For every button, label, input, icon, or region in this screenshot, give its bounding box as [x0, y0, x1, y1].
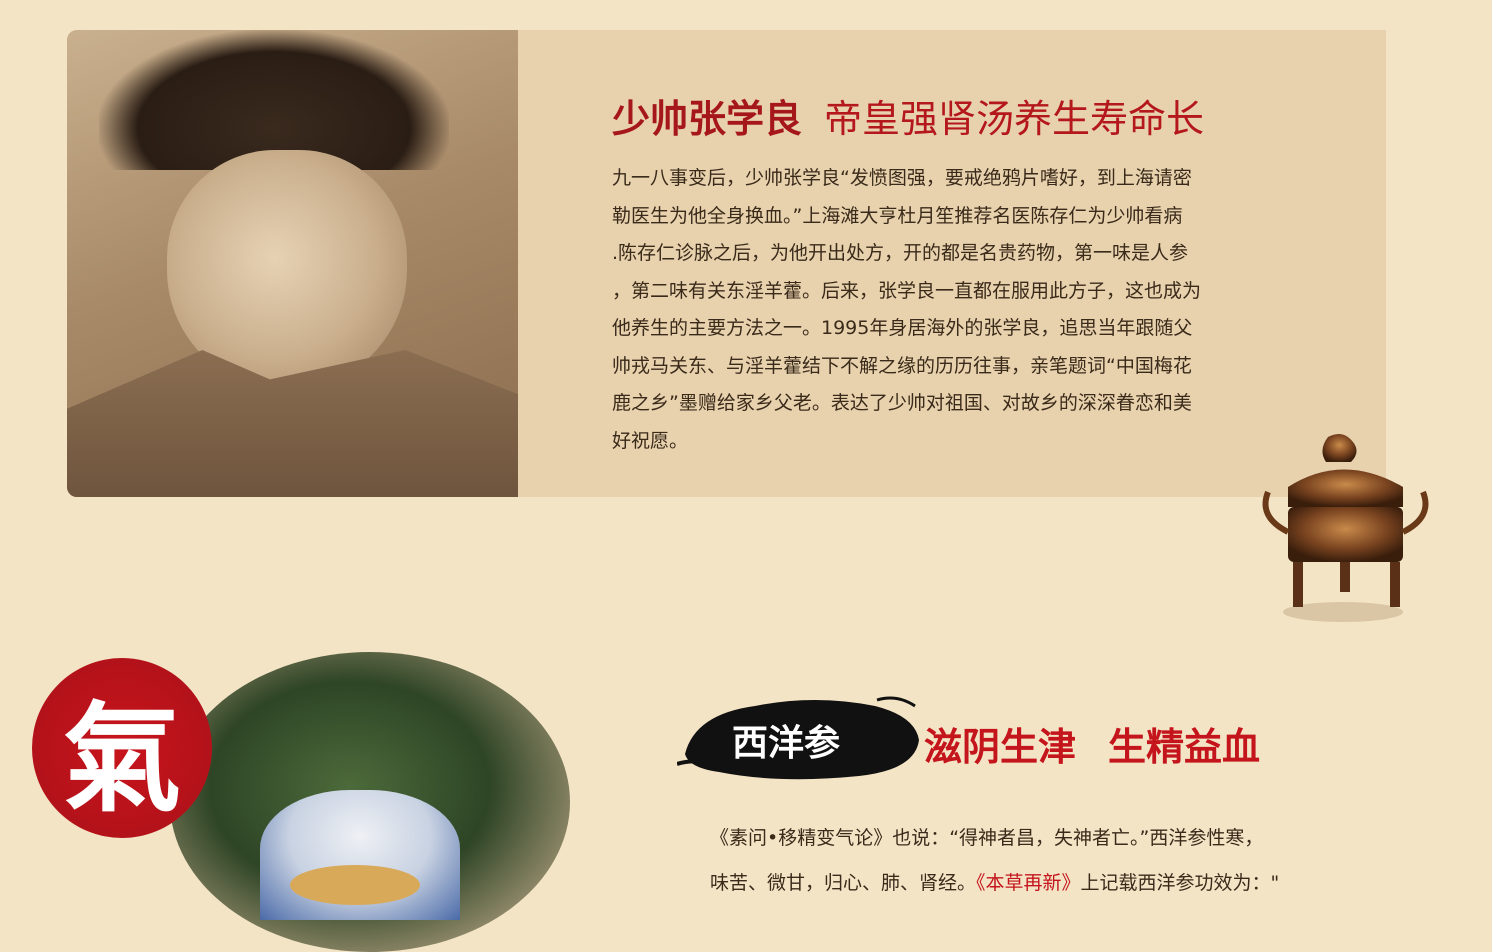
paragraph-line: 帅戎马关东、与淫羊藿结下不解之缘的历历往事，亲笔题词“中国梅花 [612, 354, 1192, 377]
paragraph-line: ，第二味有关东淫羊藿。后来，张学良一直都在服用此方子，这也成为 [612, 279, 1202, 302]
portrait-photo [67, 30, 518, 497]
portrait-cap [99, 30, 449, 170]
section1-title: 少帅张学良 帝皇强肾汤养生寿命长 [612, 88, 1204, 143]
qi-seal: 氣 [32, 658, 212, 838]
section2-paragraph: 《素问•移精变气论》也说：“得神者昌，失神者亡。”西洋参性寒， 味苦、微甘，归心… [710, 816, 1279, 906]
book-title: 《本草再新》 [976, 872, 1081, 894]
paragraph-line: 鹿之乡”墨赠给家乡父老。表达了少帅对祖国、对故乡的深深眷恋和美 [612, 392, 1192, 414]
section2-title-part2: 生精益血 [1108, 725, 1261, 769]
section1-paragraph: 九一八事变后，少帅张学良“发愤图强，要戒绝鸦片嗜好，到上海请密 勒医生为他全身换… [612, 160, 1302, 460]
section2-title: 滋阴生津 生精益血 [924, 716, 1292, 771]
paragraph-line: 勒医生为他全身换血。”上海滩大亨杜月笙推荐名医陈存仁为少帅看病 [612, 204, 1183, 227]
line2-pre: 味苦、微甘，归心、肺、肾经。 [710, 872, 977, 894]
incense-burner-image [1262, 433, 1429, 622]
section1-title-sub: 帝皇强肾汤养生寿命长 [824, 97, 1205, 141]
paragraph-line: 味苦、微甘，归心、肺、肾经。《本草再新》上记载西洋参功效为：" [710, 861, 1279, 906]
paragraph-line: 九一八事变后，少帅张学良“发愤图强，要戒绝鸦片嗜好，到上海请密 [612, 167, 1192, 189]
brush-label: 西洋参 [732, 722, 841, 764]
paragraph-line: 好祝愿。 [612, 429, 689, 452]
paragraph-line: .陈存仁诊脉之后，为他开出处方，开的都是名贵药物，第一味是人参 [612, 242, 1189, 264]
qi-image-group: 氣 [20, 640, 570, 952]
ginseng-image [290, 865, 420, 905]
paragraph-line: 他养生的主要方法之一。1995年身居海外的张学良，追思当年跟随父 [612, 317, 1193, 339]
line2-post: 上记载西洋参功效为：" [1080, 872, 1280, 894]
section2-title-part1: 滋阴生津 [924, 725, 1077, 769]
paragraph-line: 《素问•移精变气论》也说：“得神者昌，失神者亡。”西洋参性寒， [710, 827, 1264, 849]
section1-title-main: 少帅张学良 [612, 97, 803, 141]
